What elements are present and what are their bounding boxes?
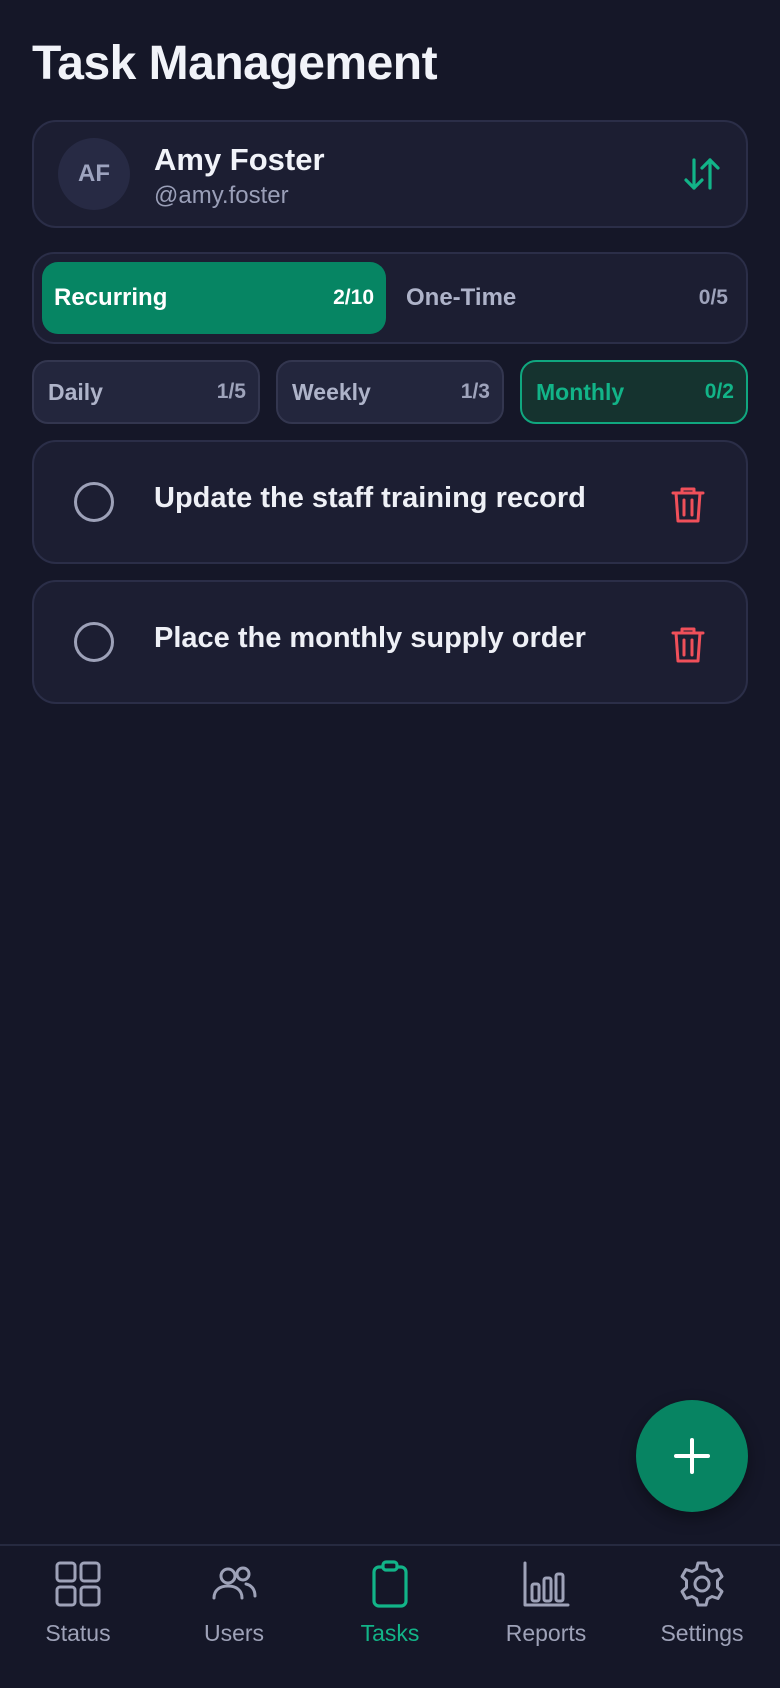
task-management-screen: Task Management AF Amy Foster @amy.foste… (0, 0, 780, 1688)
filter-daily-count: 1/5 (216, 380, 246, 403)
filter-daily[interactable]: Daily 1/5 (32, 360, 260, 424)
filter-monthly[interactable]: Monthly 0/2 (520, 360, 748, 424)
page-title: Task Management (32, 37, 438, 90)
grid-icon (55, 1561, 101, 1607)
task-text: Place the monthly supply order (154, 622, 586, 654)
filter-monthly-count: 0/2 (704, 380, 734, 403)
plus-icon (674, 1438, 710, 1474)
user-name: Amy Foster (154, 142, 325, 177)
nav-item-users[interactable]: Users (156, 1560, 312, 1660)
task-item[interactable]: Place the monthly supply order (32, 580, 748, 704)
user-card[interactable]: AF Amy Foster @amy.foster (32, 120, 748, 228)
nav-label-users: Users (203, 1620, 265, 1646)
delete-task-button[interactable] (670, 624, 706, 664)
nav-label-status: Status (45, 1620, 111, 1646)
user-handle: @amy.foster (154, 182, 289, 209)
gear-icon (680, 1561, 724, 1607)
clipboard-icon (372, 1560, 408, 1608)
task-text: Update the staff training record (154, 482, 586, 514)
delete-task-button[interactable] (670, 484, 706, 524)
filter-weekly-count: 1/3 (460, 380, 490, 403)
task-checkbox[interactable] (74, 622, 114, 662)
filter-daily-label: Daily (48, 378, 103, 405)
nav-label-reports: Reports (505, 1620, 587, 1646)
task-type-segment: Recurring 2/10 One-Time 0/5 (32, 252, 748, 344)
task-item[interactable]: Update the staff training record (32, 440, 748, 564)
tab-recurring-label: Recurring (54, 284, 168, 311)
nav-label-tasks: Tasks (360, 1620, 420, 1646)
filter-monthly-label: Monthly (536, 378, 625, 405)
filter-weekly-label: Weekly (292, 378, 371, 405)
nav-label-settings: Settings (660, 1620, 744, 1646)
bottom-nav: Status Users Tasks Reports Settings (0, 1544, 780, 1688)
switch-user-button[interactable] (680, 152, 724, 196)
users-icon (212, 1566, 257, 1600)
nav-item-status[interactable]: Status (0, 1560, 156, 1660)
swap-vertical-icon (684, 158, 720, 190)
tab-recurring[interactable]: Recurring 2/10 (42, 262, 386, 334)
filter-weekly[interactable]: Weekly 1/3 (276, 360, 504, 424)
tab-one-time-count: 0/5 (698, 286, 728, 309)
tab-one-time-label: One-Time (406, 284, 517, 311)
bar-chart-icon (523, 1561, 570, 1607)
add-task-button[interactable] (636, 1400, 748, 1512)
task-checkbox[interactable] (74, 482, 114, 522)
tab-one-time[interactable]: One-Time 0/5 (394, 262, 740, 334)
trash-icon (671, 627, 705, 663)
nav-item-settings[interactable]: Settings (624, 1560, 780, 1660)
avatar: AF (58, 138, 130, 210)
trash-icon (671, 487, 705, 523)
tab-recurring-count: 2/10 (333, 286, 374, 309)
nav-item-reports[interactable]: Reports (468, 1560, 624, 1660)
nav-item-tasks[interactable]: Tasks (312, 1560, 468, 1660)
